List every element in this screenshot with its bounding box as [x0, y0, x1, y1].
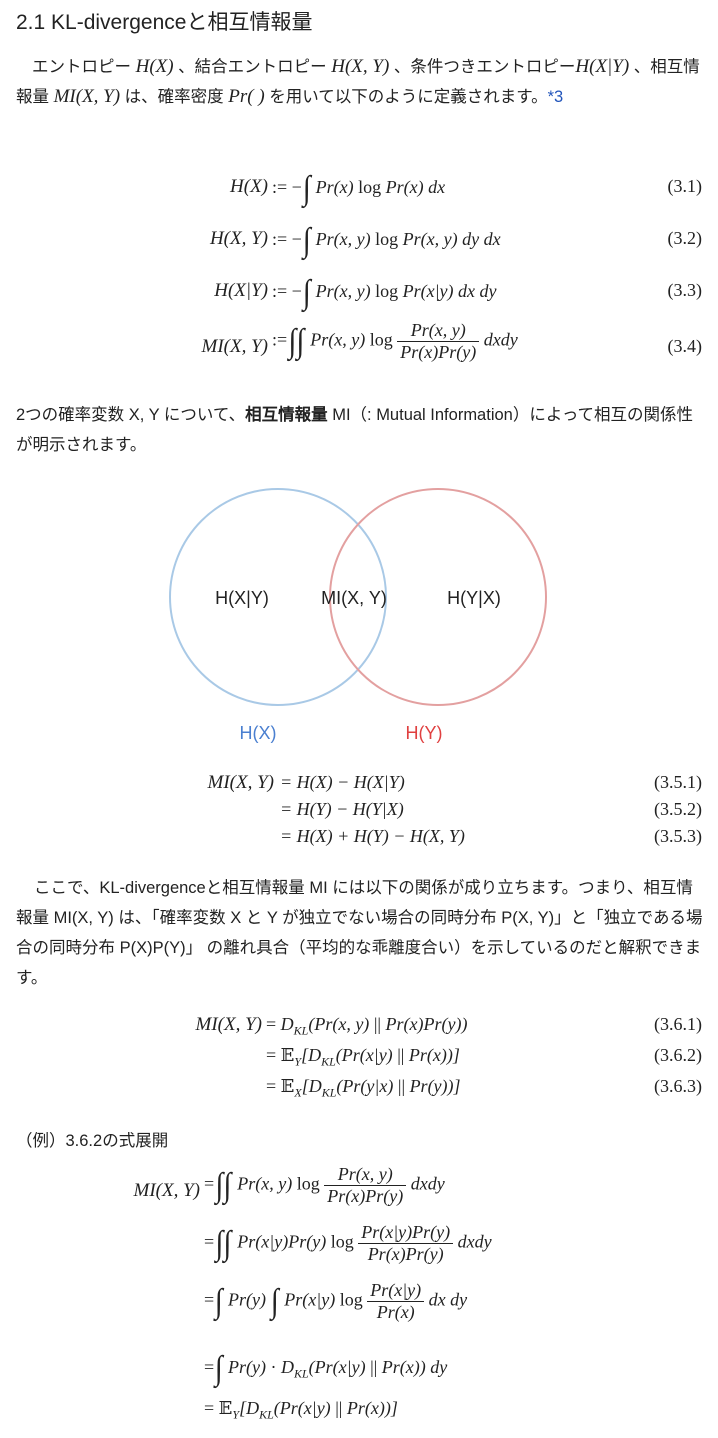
eq-lhs: H(X|Y) — [214, 280, 268, 301]
eq-rhs: = 𝔼Y[DKL(Pr(x|y) || Pr(x))] — [204, 1398, 398, 1422]
eq-number: (3.6.3) — [654, 1076, 702, 1096]
intro-text-1: エントロピー — [32, 58, 136, 76]
math-entropy: H(X) — [135, 56, 174, 77]
eq-rhs: =∫ Pr(y) · DKL(Pr(x|y) || Pr(x)) dy — [204, 1350, 448, 1387]
intro-text-2: 、結合エントロピー — [173, 58, 332, 76]
eq-number: (3.6.2) — [654, 1045, 702, 1065]
equation-3-2: H(X, Y) := −∫ Pr(x, y) log Pr(x, y) dy d… — [0, 222, 718, 259]
eq-rhs: = 𝔼Y[DKL(Pr(x|y) || Pr(x))] — [266, 1045, 460, 1069]
venn-left-label: H(X|Y) — [215, 588, 269, 608]
example-step-3: =∫ Pr(y) ∫ Pr(x|y) log Pr(x|y) Pr(x) dx d… — [0, 1280, 718, 1326]
intro-paragraph: エントロピー H(X) 、結合エントロピー H(X, Y) 、条件つきエントロピ… — [16, 52, 706, 112]
math-pr: Pr( ) — [228, 86, 265, 107]
eq-rhs: =∫∫ Pr(x|y)Pr(y) log Pr(x|y)Pr(y) Pr(x)Pr… — [204, 1222, 492, 1264]
venn-right-label: H(Y|X) — [447, 588, 501, 608]
example-step-4: =∫ Pr(y) · DKL(Pr(x|y) || Pr(x)) dy — [0, 1350, 718, 1387]
venn-diagram: H(X|Y) MI(X, Y) H(Y|X) H(X) H(Y) — [169, 488, 547, 743]
equation-3-3: H(X|Y) := −∫ Pr(x, y) log Pr(x|y) dx dy … — [0, 274, 718, 311]
eq-rhs: = DKL(Pr(x, y) || Pr(x)Pr(y)) — [266, 1014, 468, 1038]
math-joint-entropy: H(X, Y) — [331, 56, 390, 77]
eq-lhs: MI(X, Y) — [195, 1014, 262, 1035]
eq-rhs: = H(Y) − H(Y|X) — [280, 799, 404, 819]
equation-3-5-2: = H(Y) − H(Y|X) (3.5.2) — [0, 799, 718, 829]
eq-rhs: =∫ Pr(y) ∫ Pr(x|y) log Pr(x|y) Pr(x) dx d… — [204, 1280, 468, 1322]
intro-text-5: は、確率密度 — [120, 88, 229, 106]
eq-rhs: = H(X) + H(Y) − H(X, Y) — [280, 826, 465, 846]
mi-description: 2つの確率変数 X, Y について、相互情報量 MI（: Mutual Info… — [16, 400, 706, 460]
equation-3-1: H(X) := −∫ Pr(x) log Pr(x) dx (3.1) — [0, 170, 718, 207]
kl-relation-paragraph: ここで、KL-divergenceと相互情報量 MI には以下の関係が成り立ちま… — [16, 879, 703, 987]
math-mutual-information: MI(X, Y) — [53, 86, 121, 107]
example-step-2: =∫∫ Pr(x|y)Pr(y) log Pr(x|y)Pr(y) Pr(x)Pr… — [0, 1222, 718, 1268]
eq-rhs: :=∫∫ Pr(x, y) log Pr(x, y) Pr(x)Pr(y) dxd… — [272, 320, 518, 362]
venn-mid-label: MI(X, Y) — [321, 588, 387, 608]
eq-rhs: =∫∫ Pr(x, y) log Pr(x, y) Pr(x)Pr(y) dxdy — [204, 1164, 445, 1206]
example-step-1: MI(X, Y) =∫∫ Pr(x, y) log Pr(x, y) Pr(x)P… — [0, 1164, 718, 1210]
footnote-link[interactable]: *3 — [548, 88, 564, 106]
eq-lhs: MI(X, Y) — [201, 336, 268, 357]
venn-y-caption: H(Y) — [406, 723, 443, 743]
eq-lhs: H(X, Y) — [209, 228, 268, 249]
eq-number: (3.3) — [667, 280, 703, 300]
eq-number: (3.6.1) — [654, 1014, 702, 1034]
eq-rhs: := −∫ Pr(x, y) log Pr(x|y) dx dy — [272, 274, 497, 311]
venn-x-caption: H(X) — [240, 723, 277, 743]
section-heading: 2.1 KL-divergenceと相互情報量 — [16, 11, 313, 34]
eq-number: (3.1) — [667, 176, 703, 196]
equation-3-5-3: = H(X) + H(Y) − H(X, Y) (3.5.3) — [0, 826, 718, 856]
example-step-5: = 𝔼Y[DKL(Pr(x|y) || Pr(x))] — [0, 1398, 718, 1428]
intro-text-6: を用いて以下のように定義されます。 — [264, 88, 548, 106]
eq-rhs: := −∫ Pr(x, y) log Pr(x, y) dy dx — [272, 222, 501, 259]
equation-3-5-1: MI(X, Y) = H(X) − H(X|Y) (3.5.1) — [0, 772, 718, 802]
eq-number: (3.5.3) — [654, 826, 702, 846]
equation-3-6-1: MI(X, Y) = DKL(Pr(x, y) || Pr(x)Pr(y)) (… — [0, 1014, 718, 1044]
eq-number: (3.5.1) — [654, 772, 702, 792]
intro-text-3: 、条件つきエントロピー — [389, 58, 576, 76]
eq-lhs: MI(X, Y) — [133, 1180, 200, 1201]
eq-rhs: = 𝔼X[DKL(Pr(y|x) || Pr(y))] — [266, 1076, 461, 1100]
eq-number: (3.5.2) — [654, 799, 702, 819]
eq-lhs: H(X) — [230, 176, 268, 197]
equation-3-4: MI(X, Y) :=∫∫ Pr(x, y) log Pr(x, y) Pr(x)… — [0, 320, 718, 366]
example-label: （例）3.6.2の式展開 — [16, 1132, 169, 1150]
mi-desc-text-1: 2つの確率変数 X, Y について、 — [16, 406, 246, 424]
eq-number: (3.4) — [667, 336, 703, 356]
eq-rhs: := −∫ Pr(x) log Pr(x) dx — [272, 170, 446, 207]
eq-number: (3.2) — [667, 228, 703, 248]
equation-3-6-2: = 𝔼Y[DKL(Pr(x|y) || Pr(x))] (3.6.2) — [0, 1045, 718, 1075]
math-conditional-entropy: H(X|Y) — [575, 56, 630, 77]
eq-rhs: = H(X) − H(X|Y) — [280, 772, 405, 792]
equation-3-6-3: = 𝔼X[DKL(Pr(y|x) || Pr(y))] (3.6.3) — [0, 1076, 718, 1106]
eq-lhs: MI(X, Y) — [207, 772, 274, 793]
mi-bold-term: 相互情報量 — [245, 406, 328, 424]
